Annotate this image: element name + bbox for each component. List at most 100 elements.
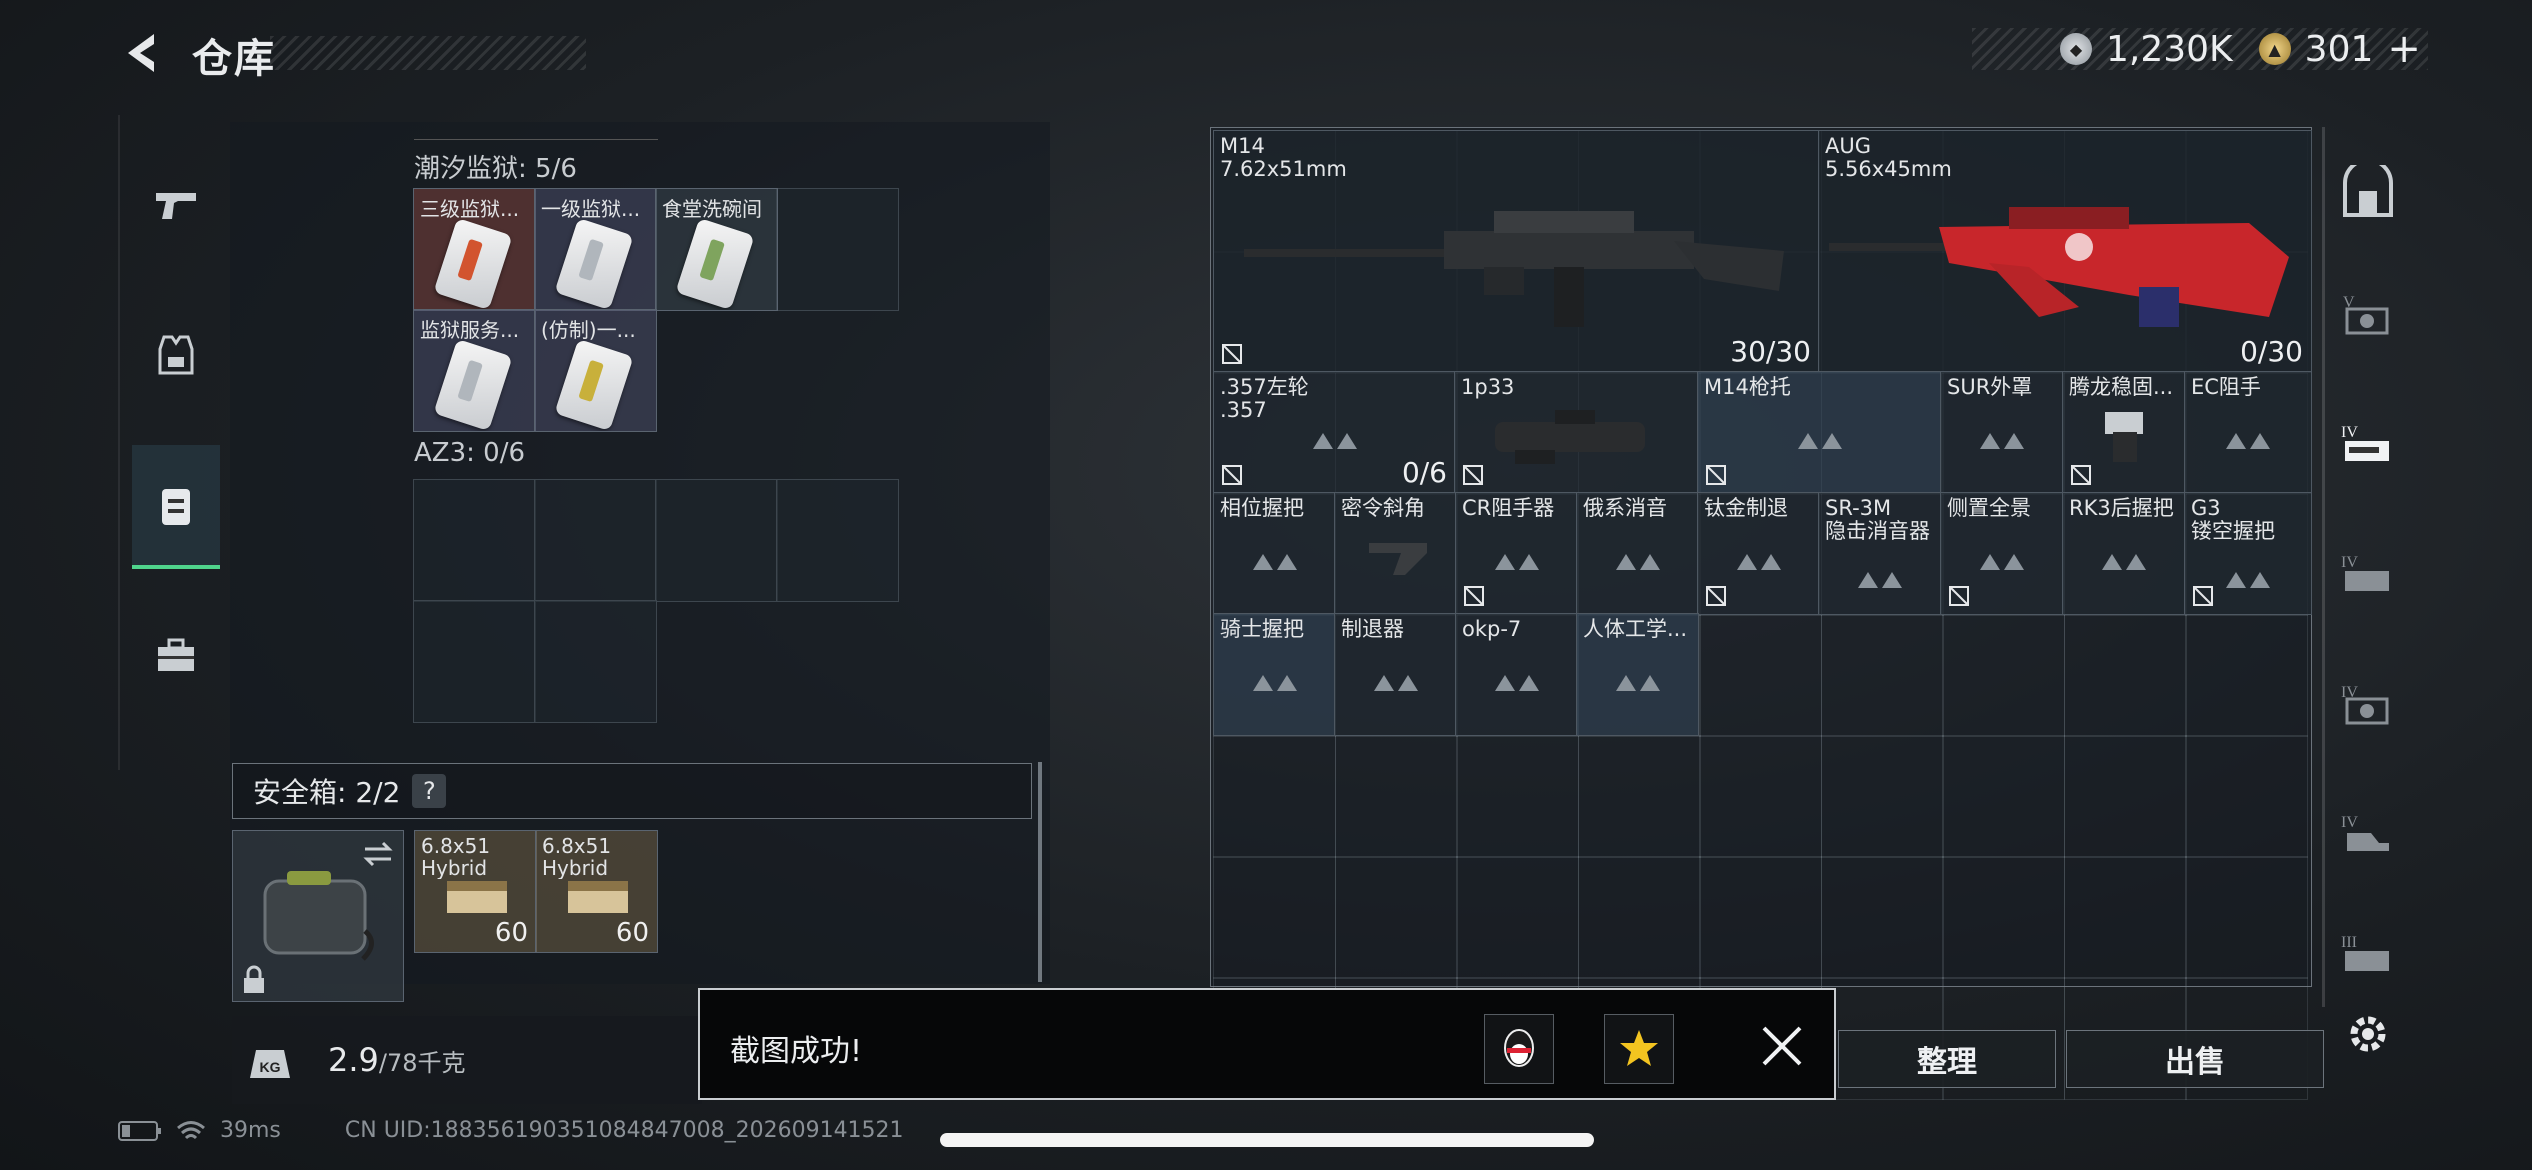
grid-slot[interactable] [2185, 735, 2308, 858]
placeholder-icon [2102, 553, 2146, 570]
attachment-item[interactable]: 制退器 [1334, 613, 1457, 736]
placeholder-icon [1494, 674, 1539, 691]
attachment-item[interactable]: okp-7 [1455, 613, 1578, 736]
share-qq-button[interactable] [1484, 1014, 1554, 1084]
empty-slot[interactable] [776, 479, 899, 602]
grid-slot[interactable] [1213, 856, 1336, 979]
revolver-item[interactable]: .357左轮 .357 0/6 [1213, 371, 1456, 494]
grid-slot[interactable] [1456, 735, 1579, 858]
grid-slot[interactable] [1820, 735, 1944, 858]
safe-box-label: 安全箱: 2/2 [253, 776, 401, 809]
sell-button[interactable]: 出售 [2066, 1030, 2324, 1088]
safe-box-container[interactable] [232, 830, 404, 1002]
add-gold-button[interactable]: + [2387, 26, 2421, 72]
weapon-aug[interactable]: AUG 5.56x45mm 0/30 [1818, 130, 2312, 373]
grid-slot[interactable] [1334, 735, 1458, 858]
section-label-prison: 潮汐监狱: 5/6 [414, 154, 577, 184]
attachment-item[interactable]: 腾龙稳固... [2062, 371, 2186, 494]
tier-iv-icon[interactable]: IV [2339, 677, 2397, 735]
keycard-icon [433, 217, 513, 310]
grid-slot[interactable] [1942, 735, 2065, 858]
keycard-icon [554, 338, 634, 431]
m14-stock-item[interactable]: M14枪托 [1697, 371, 1942, 494]
grid-slot[interactable] [1577, 735, 1701, 858]
grid-slot[interactable] [1456, 856, 1579, 979]
swap-icon[interactable] [361, 839, 395, 869]
ammo-item[interactable]: 6.8x51 Hybrid 60 [414, 830, 537, 953]
grid-slot[interactable] [2063, 735, 2187, 858]
settings-icon[interactable] [2344, 1010, 2392, 1058]
grip-icon [2105, 412, 2143, 462]
vault-icon[interactable] [2339, 165, 2397, 223]
empty-slot[interactable] [534, 479, 657, 602]
tier-iv-icon[interactable]: IV [2339, 807, 2397, 865]
home-indicator[interactable] [940, 1133, 1594, 1147]
attachment-item[interactable]: 密令斜角 [1334, 492, 1457, 615]
attachment-item[interactable]: EC阻手 [2184, 371, 2312, 494]
sort-button[interactable]: 整理 [1838, 1030, 2056, 1088]
keycard-item[interactable]: 三级监狱... [413, 188, 536, 311]
grid-slot[interactable] [1699, 856, 1822, 979]
grid-slot[interactable] [2063, 614, 2187, 737]
tier-iii-icon[interactable]: III [2339, 927, 2397, 985]
grid-slot[interactable] [1699, 614, 1822, 737]
attachment-item[interactable]: SR-3M 隐击消音器 [1818, 492, 1942, 615]
grid-slot[interactable] [1820, 614, 1944, 737]
tier-sidebar: V IV IV IV IV III [2322, 127, 2402, 1007]
grid-slot[interactable] [2063, 856, 2187, 979]
tier-iv-icon[interactable]: IV [2339, 547, 2397, 605]
scrollbar[interactable] [1038, 762, 1042, 982]
weapon-m14[interactable]: M14 7.62x51mm 30/30 [1213, 130, 1820, 373]
keycard-item[interactable]: 一级监狱... [534, 188, 657, 311]
safe-box-header: 安全箱: 2/2 ? [232, 763, 1032, 819]
svg-text:IV: IV [2341, 554, 2358, 571]
grid-slot[interactable] [1213, 735, 1336, 858]
nav-toolbox[interactable] [132, 595, 220, 715]
attachment-item[interactable]: 骑士握把 [1213, 613, 1336, 736]
qzone-star-icon [1620, 1030, 1658, 1066]
empty-slot[interactable] [655, 479, 778, 602]
placeholder-icon [1736, 553, 1781, 570]
attachment-item[interactable]: 人体工学... [1576, 613, 1699, 736]
rifle-aug-icon [1829, 207, 2289, 327]
grid-slot[interactable] [1942, 856, 2065, 979]
grid-slot[interactable] [2185, 614, 2308, 737]
title-decoration [270, 36, 586, 70]
tier-v-icon[interactable]: V [2339, 287, 2397, 345]
attachment-item[interactable]: 俄系消音 [1576, 492, 1699, 615]
grid-slot[interactable] [1820, 856, 1944, 979]
grid-slot[interactable] [1577, 856, 1701, 979]
empty-slot[interactable] [534, 600, 657, 723]
not-insured-icon [1706, 465, 1726, 485]
keycard-item[interactable]: (仿制)一... [534, 309, 657, 432]
keycard-item[interactable]: 食堂洗碗间 [655, 188, 778, 311]
placeholder-icon [1615, 674, 1660, 691]
attachment-item[interactable]: SUR外罩 [1940, 371, 2064, 494]
close-icon[interactable] [1760, 1024, 1804, 1068]
tier-iv-icon[interactable]: IV [2339, 417, 2397, 475]
empty-slot[interactable] [413, 479, 536, 602]
back-button[interactable] [118, 28, 168, 78]
category-nav [118, 115, 220, 770]
grid-slot[interactable] [1942, 614, 2065, 737]
ammo-item[interactable]: 6.8x51 Hybrid 60 [535, 830, 658, 953]
not-insured-icon [1949, 586, 1969, 606]
attachment-item[interactable]: CR阻手器 [1455, 492, 1578, 615]
attachment-item[interactable]: 相位握把 [1213, 492, 1336, 615]
nav-armor[interactable] [132, 295, 220, 415]
grid-slot[interactable] [1334, 856, 1458, 979]
share-qzone-button[interactable] [1604, 1014, 1674, 1084]
scope-1p33-item[interactable]: 1p33 [1454, 371, 1699, 494]
attachment-item[interactable]: RK3后握把 [2062, 492, 2186, 615]
help-button[interactable]: ? [412, 774, 447, 808]
keycard-item[interactable]: 监狱服务... [413, 309, 536, 432]
nav-backpack[interactable] [132, 445, 220, 569]
empty-slot[interactable] [413, 600, 536, 723]
grid-slot[interactable] [1699, 735, 1822, 858]
nav-weapons[interactable] [132, 145, 220, 265]
attachment-item[interactable]: G3 镂空握把 [2184, 492, 2312, 615]
toast-message: 截图成功! [730, 1034, 863, 1069]
attachment-item[interactable]: 钛金制退 [1697, 492, 1820, 615]
attachment-item[interactable]: 侧置全景 [1940, 492, 2064, 615]
grid-slot[interactable] [2185, 856, 2308, 979]
